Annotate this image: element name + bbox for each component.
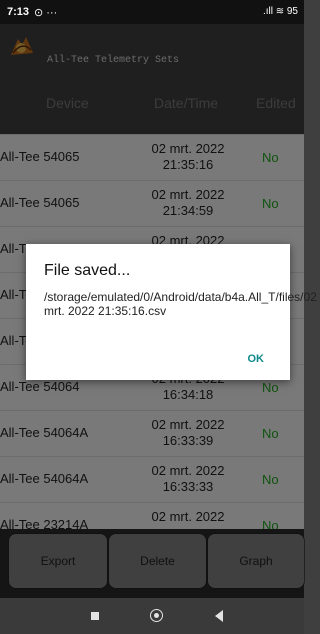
back-icon[interactable] <box>215 610 223 622</box>
home-icon[interactable] <box>150 609 163 622</box>
status-bar: 7:13 ⊙ ··· .ıll ≋ 95 <box>0 0 304 24</box>
file-saved-dialog: File saved... /storage/emulated/0/Androi… <box>26 244 317 380</box>
signal-wifi-battery-icons: .ıll ≋ 95 <box>262 6 298 17</box>
dialog-message: /storage/emulated/0/Android/data/b4a.All… <box>44 290 317 318</box>
dialog-ok-button[interactable]: OK <box>248 353 265 365</box>
status-time: 7:13 <box>7 6 30 18</box>
dialog-title: File saved... <box>44 262 131 279</box>
recent-apps-icon[interactable] <box>91 612 99 620</box>
system-nav-bar <box>0 598 304 634</box>
status-notification-icons: ⊙ ··· <box>34 7 58 19</box>
